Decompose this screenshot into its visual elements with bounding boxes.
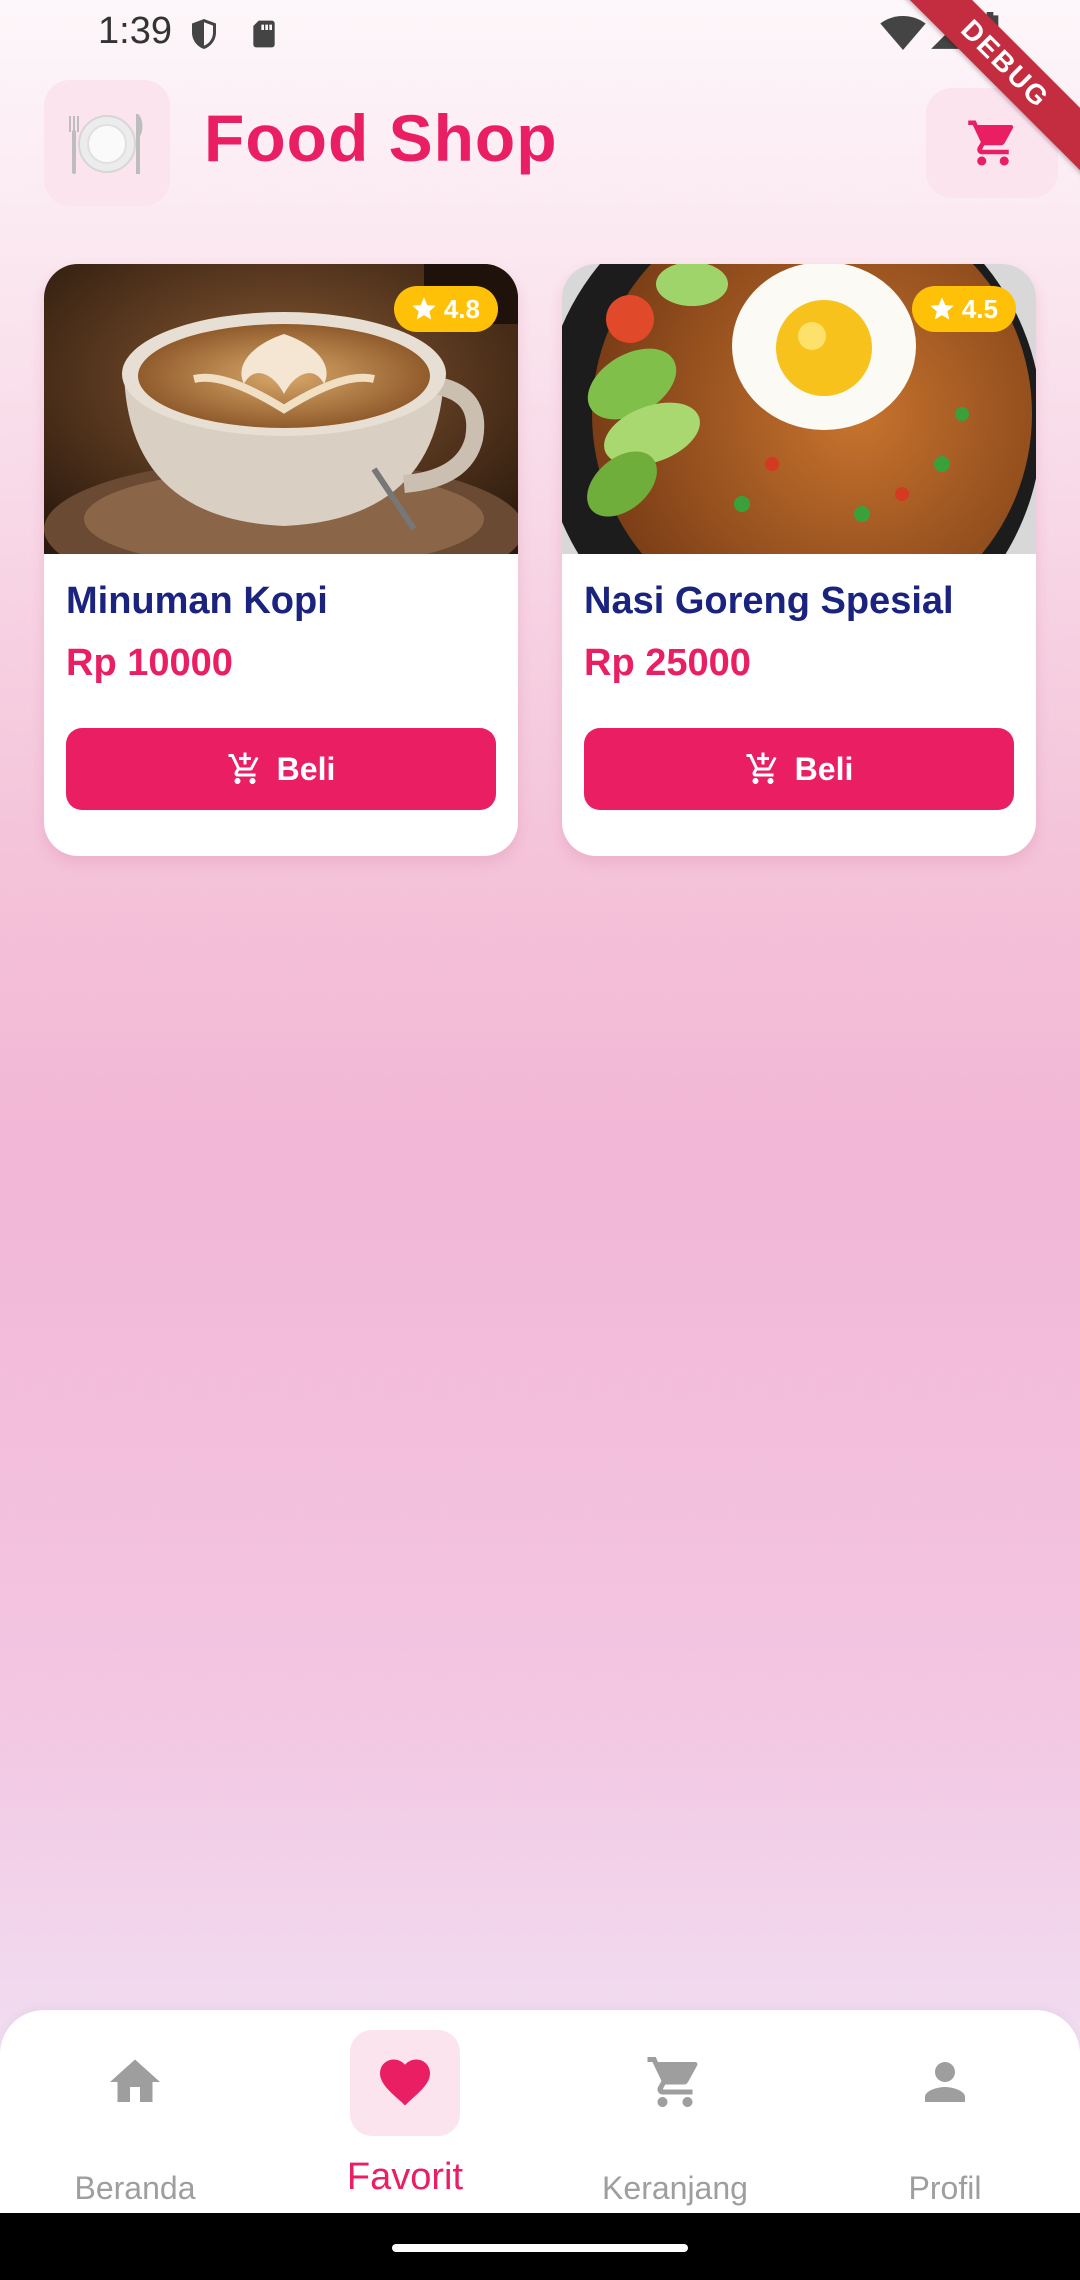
nav-label: Profil	[908, 2170, 982, 2206]
buy-button-label: Beli	[276, 750, 336, 787]
rating-badge: 4.5	[911, 286, 1016, 332]
buy-button-label: Beli	[794, 750, 854, 787]
app-title: Food Shop	[204, 101, 558, 175]
nav-label: Beranda	[74, 2170, 196, 2206]
star-icon	[930, 297, 954, 320]
product-name: Nasi Goreng Spesial	[584, 580, 954, 622]
heart-icon	[380, 2059, 430, 2106]
home-gesture-bar[interactable]	[392, 2244, 688, 2252]
buy-button[interactable]: Beli	[584, 728, 1014, 810]
status-bar: 1:39	[0, 0, 1080, 70]
rating-value: 4.8	[443, 293, 480, 324]
nav-item-favorit[interactable]: Favorit	[270, 2010, 540, 2213]
app-logo	[44, 80, 170, 206]
status-time: 1:39	[98, 10, 172, 52]
product-price: Rp 25000	[584, 642, 751, 684]
add-to-cart-icon	[228, 752, 259, 784]
home-icon	[110, 2059, 160, 2102]
nav-label: Keranjang	[602, 2170, 748, 2206]
nav-item-beranda[interactable]: Beranda	[0, 2010, 270, 2213]
person-icon	[925, 2062, 965, 2102]
bottom-navigation: Beranda Favorit Keranjang Profil	[0, 2010, 1080, 2213]
star-icon	[412, 297, 436, 320]
cart-icon	[968, 120, 1014, 166]
product-card[interactable]: 4.5 Nasi Goreng Spesial Rp 25000 Beli	[562, 264, 1036, 856]
add-to-cart-icon	[746, 752, 777, 784]
nav-label: Favorit	[346, 2156, 464, 2198]
rating-badge: 4.8	[393, 286, 498, 332]
sd-card-icon	[253, 20, 275, 48]
shield-icon	[192, 19, 216, 49]
nav-item-keranjang[interactable]: Keranjang	[540, 2010, 810, 2213]
plate-cutlery-icon	[69, 114, 143, 174]
product-card[interactable]: 4.8 Minuman Kopi Rp 10000 Beli	[44, 264, 518, 856]
cart-icon	[647, 2057, 698, 2107]
buy-button[interactable]: Beli	[66, 728, 496, 810]
wifi-icon	[880, 16, 926, 50]
product-name: Minuman Kopi	[66, 580, 328, 622]
rating-value: 4.5	[961, 293, 998, 324]
product-price: Rp 10000	[66, 642, 233, 684]
nav-item-profil[interactable]: Profil	[810, 2010, 1080, 2213]
